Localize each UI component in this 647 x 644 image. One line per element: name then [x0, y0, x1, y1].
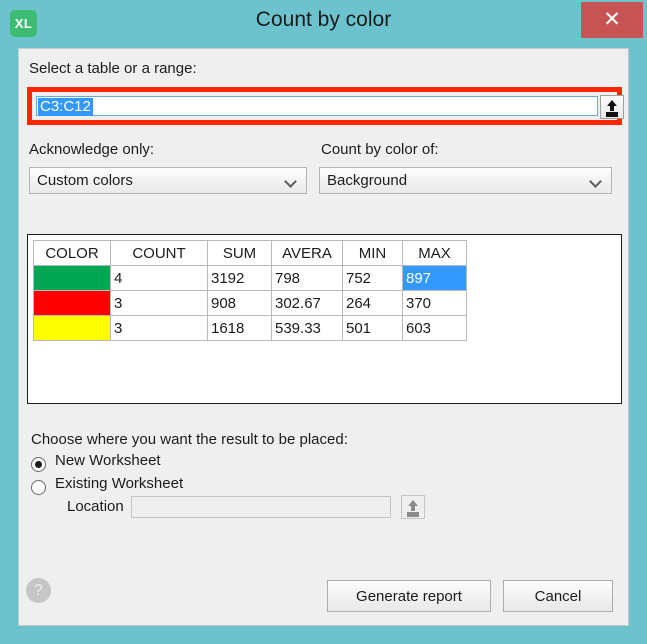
- count-by-color-of-value: Background: [327, 172, 408, 189]
- cell-max[interactable]: 897: [402, 265, 467, 291]
- location-input[interactable]: [131, 496, 391, 518]
- cell-sum[interactable]: 3192: [207, 265, 272, 291]
- cell-max[interactable]: 603: [402, 315, 467, 341]
- page-title: Count by color: [255, 8, 392, 31]
- placement-heading: Choose where you want the result to be p…: [31, 431, 348, 448]
- acknowledge-label: Acknowledge only:: [29, 141, 155, 158]
- help-icon[interactable]: ?: [26, 578, 51, 603]
- range-picker-icon: [601, 96, 623, 118]
- cell-max[interactable]: 370: [402, 290, 467, 316]
- results-table: COLOR COUNT SUM AVERA MIN MAX 4 3192 798: [33, 240, 467, 341]
- cell-min[interactable]: 752: [342, 265, 403, 291]
- generate-report-button[interactable]: Generate report: [327, 580, 491, 612]
- column-header-min: MIN: [342, 240, 403, 266]
- count-by-label: Count by color of:: [321, 141, 439, 158]
- range-label: Select a table or a range:: [29, 60, 197, 77]
- acknowledge-only-dropdown[interactable]: Custom colors: [29, 167, 307, 194]
- acknowledge-only-value: Custom colors: [37, 172, 133, 189]
- title-bar: XL Count by color ✕: [0, 0, 647, 44]
- cell-average[interactable]: 798: [271, 265, 343, 291]
- cell-average[interactable]: 302.67: [271, 290, 343, 316]
- cell-min[interactable]: 264: [342, 290, 403, 316]
- dialog-body: Select a table or a range: C3:C12 Acknow…: [18, 48, 629, 626]
- close-icon[interactable]: ✕: [581, 2, 643, 38]
- chevron-down-icon: [591, 177, 602, 184]
- cell-count[interactable]: 4: [110, 265, 208, 291]
- count-by-color-dialog: XL Count by color ✕ Select a table or a …: [0, 0, 647, 644]
- cell-count[interactable]: 3: [110, 315, 208, 341]
- location-picker-button[interactable]: [401, 495, 425, 519]
- column-header-sum: SUM: [207, 240, 272, 266]
- radio-new-worksheet[interactable]: [31, 457, 46, 472]
- color-swatch: [33, 315, 111, 341]
- table-row: 4 3192 798 752 897: [33, 265, 467, 291]
- radio-existing-worksheet[interactable]: [31, 480, 46, 495]
- range-highlight-frame: C3:C12: [27, 87, 624, 125]
- column-header-max: MAX: [402, 240, 467, 266]
- label-existing-worksheet[interactable]: Existing Worksheet: [55, 475, 183, 492]
- cell-min[interactable]: 501: [342, 315, 403, 341]
- cell-average[interactable]: 539.33: [271, 315, 343, 341]
- count-by-color-of-dropdown[interactable]: Background: [319, 167, 612, 194]
- label-new-worksheet[interactable]: New Worksheet: [55, 452, 161, 469]
- location-picker-wrap: [401, 495, 425, 523]
- cell-count[interactable]: 3: [110, 290, 208, 316]
- range-input[interactable]: [36, 96, 598, 116]
- color-swatch: [33, 290, 111, 316]
- range-picker-icon: [402, 496, 424, 518]
- table-row: 3 908 302.67 264 370: [33, 290, 467, 316]
- cell-sum[interactable]: 908: [207, 290, 272, 316]
- column-header-count: COUNT: [110, 240, 208, 266]
- table-header-row: COLOR COUNT SUM AVERA MIN MAX: [33, 240, 467, 266]
- cancel-button[interactable]: Cancel: [503, 580, 613, 612]
- results-panel: COLOR COUNT SUM AVERA MIN MAX 4 3192 798: [27, 234, 622, 404]
- table-row: 3 1618 539.33 501 603: [33, 315, 467, 341]
- column-header-average: AVERA: [271, 240, 343, 266]
- cell-sum[interactable]: 1618: [207, 315, 272, 341]
- location-label: Location: [67, 498, 124, 515]
- range-picker-button[interactable]: [600, 95, 624, 119]
- column-header-color: COLOR: [33, 240, 111, 266]
- chevron-down-icon: [286, 177, 297, 184]
- color-swatch: [33, 265, 111, 291]
